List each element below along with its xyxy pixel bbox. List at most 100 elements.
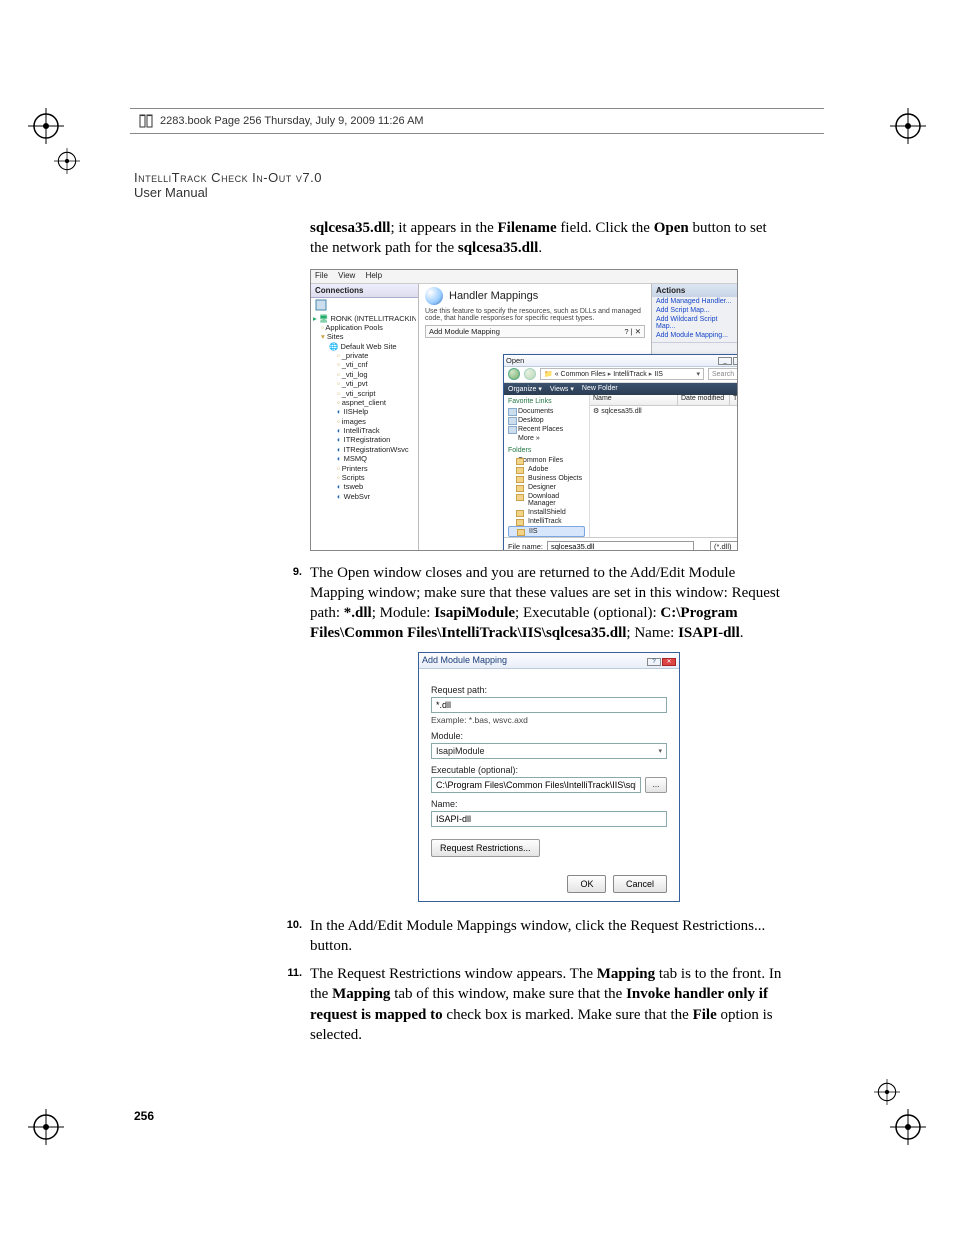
open-file-dialog: Open _▭✕ 📁 « Common Files▸ IntelliTrack▸… (503, 354, 738, 551)
request-path-label: Request path: (431, 685, 667, 695)
filename-label: File name: (508, 542, 543, 551)
action-add-wildcard[interactable]: Add Wildcard Script Map... (652, 315, 737, 331)
iis-manager-screenshot: File View Help Connections ▸ 🖥 RONK (INT… (310, 269, 738, 551)
file-filter-dropdown[interactable]: (*.dll)▾ (710, 541, 738, 551)
folders-header: Folders (508, 447, 585, 454)
intro-paragraph: sqlcesa35.dll; it appears in the Filenam… (310, 218, 788, 259)
nav-forward-button[interactable] (524, 368, 536, 380)
browse-button[interactable]: ... (645, 777, 667, 793)
folder-item[interactable]: InstallShield (508, 508, 585, 517)
tree-item[interactable]: ◐ ITRegistration (313, 435, 416, 444)
folder-item[interactable]: IntelliTrack (508, 517, 585, 526)
registration-mark-icon (874, 1079, 900, 1105)
filename-input[interactable] (547, 541, 694, 551)
action-add-module-mapping[interactable]: Add Module Mapping... (652, 331, 737, 340)
tree-item[interactable]: ▫ Printers (313, 464, 416, 473)
tree-server: ▸ 🖥 RONK (INTELLITRACKINC\ronk) (313, 314, 416, 323)
registration-mark-icon (28, 108, 64, 144)
running-header-subtitle: User Manual (134, 185, 788, 200)
action-add-script-map[interactable]: Add Script Map... (652, 306, 737, 315)
menu-bar: File View Help (311, 270, 737, 284)
folder-item[interactable]: Business Objects (508, 474, 585, 483)
search-input[interactable]: Search🔍 (708, 368, 738, 380)
feature-title: Handler Mappings (419, 284, 651, 308)
book-icon (138, 113, 154, 129)
registration-mark-icon (54, 148, 80, 174)
more-link[interactable]: More » (508, 434, 585, 443)
dialog-title: Add Module Mapping (422, 655, 507, 665)
executable-input[interactable] (431, 777, 641, 793)
menu-view[interactable]: View (338, 271, 355, 280)
add-module-mapping-header: Add Module Mapping? | ✕ (425, 325, 645, 338)
module-label: Module: (431, 731, 667, 741)
tree-item[interactable]: ◐ IntelliTrack (313, 426, 416, 435)
tree-app-pools[interactable]: ▫ Application Pools (313, 323, 416, 332)
folder-item[interactable]: Adobe (508, 465, 585, 474)
step-11: 11. The Request Restrictions window appe… (284, 964, 788, 1045)
tree-item[interactable]: ◐ WebSvr (313, 492, 416, 501)
views-menu[interactable]: Views ▾ (550, 385, 574, 393)
favorite-documents[interactable]: Documents (508, 407, 585, 416)
action-add-managed-handler[interactable]: Add Managed Handler... (652, 297, 737, 306)
tree-item[interactable]: ▫ _private (313, 351, 416, 360)
page-number: 256 (134, 1109, 154, 1123)
tree-item[interactable]: ◐ IISHelp (313, 407, 416, 416)
tree-item[interactable]: ▫ _vti_cnf (313, 360, 416, 369)
connections-header: Connections (311, 284, 418, 298)
connections-toolbar (311, 298, 418, 312)
file-row[interactable]: ⚙ sqlcesa35.dll (590, 406, 738, 416)
cancel-button[interactable]: Cancel (613, 875, 667, 893)
favorite-links-header: Favorite Links (508, 398, 585, 405)
registration-mark-icon (28, 1109, 64, 1145)
feature-description: Use this feature to specify the resource… (419, 308, 651, 323)
registration-mark-icon (890, 1109, 926, 1145)
folder-item[interactable]: Common Files (508, 456, 585, 465)
running-header-title: IntelliTrack Check In-Out v7.0 (134, 170, 788, 185)
handler-mappings-icon (425, 287, 443, 305)
tree-default-web-site[interactable]: 🌐 Default Web Site (313, 342, 416, 351)
step-9: 9. The Open window closes and you are re… (284, 563, 788, 644)
favorite-desktop[interactable]: Desktop (508, 416, 585, 425)
name-input[interactable] (431, 811, 667, 827)
folder-item[interactable]: Download Manager (508, 492, 585, 508)
add-module-mapping-dialog: Add Module Mapping ?✕ Request path: Exam… (418, 652, 680, 902)
folder-item[interactable]: Designer (508, 483, 585, 492)
tree-item[interactable]: ▫ aspnet_client (313, 398, 416, 407)
favorite-recent[interactable]: Recent Places (508, 425, 585, 434)
tree-item[interactable]: ▫ _vti_pvt (313, 379, 416, 388)
file-list-header: Name Date modified Type (590, 395, 738, 406)
executable-label: Executable (optional): (431, 765, 667, 775)
page-tag-header: 2283.book Page 256 Thursday, July 9, 200… (130, 108, 824, 134)
tree-item[interactable]: ▫ images (313, 417, 416, 426)
registration-mark-icon (890, 108, 926, 144)
request-restrictions-button[interactable]: Request Restrictions... (431, 839, 540, 857)
nav-back-button[interactable] (508, 368, 520, 380)
menu-help[interactable]: Help (366, 271, 382, 280)
name-label: Name: (431, 799, 667, 809)
tree-item[interactable]: ◐ tsweb (313, 482, 416, 491)
request-path-example: Example: *.bas, wsvc.axd (431, 715, 667, 725)
tree-item[interactable]: ▫ Scripts (313, 473, 416, 482)
new-folder-button[interactable]: New Folder (582, 385, 618, 392)
minimize-button[interactable]: _ (718, 357, 732, 365)
maximize-button[interactable]: ▭ (733, 357, 738, 365)
page-tag-text: 2283.book Page 256 Thursday, July 9, 200… (160, 115, 424, 127)
actions-header: Actions (652, 284, 737, 297)
folder-item-selected[interactable]: IIS (508, 526, 585, 537)
module-select[interactable]: IsapiModule▾ (431, 743, 667, 759)
ok-button[interactable]: OK (567, 875, 606, 893)
breadcrumb-bar[interactable]: 📁 « Common Files▸ IntelliTrack▸ IIS ▾ (540, 368, 704, 380)
tree-item[interactable]: ▫ _vti_script (313, 389, 416, 398)
menu-file[interactable]: File (315, 271, 328, 280)
help-button[interactable]: ? (647, 658, 661, 666)
tree-item[interactable]: ◐ MSMQ (313, 454, 416, 463)
dialog-title: Open (506, 356, 524, 365)
tree-item[interactable]: ◐ ITRegistrationWsvc (313, 445, 416, 454)
close-button[interactable]: ✕ (662, 658, 676, 666)
connections-tree: ▸ 🖥 RONK (INTELLITRACKINC\ronk) ▫ Applic… (311, 312, 418, 504)
tree-item[interactable]: ▫ _vti_log (313, 370, 416, 379)
request-path-input[interactable] (431, 697, 667, 713)
tree-sites[interactable]: ▾ Sites (313, 332, 416, 341)
step-10: 10. In the Add/Edit Module Mappings wind… (284, 916, 788, 957)
organize-menu[interactable]: Organize ▾ (508, 385, 542, 393)
